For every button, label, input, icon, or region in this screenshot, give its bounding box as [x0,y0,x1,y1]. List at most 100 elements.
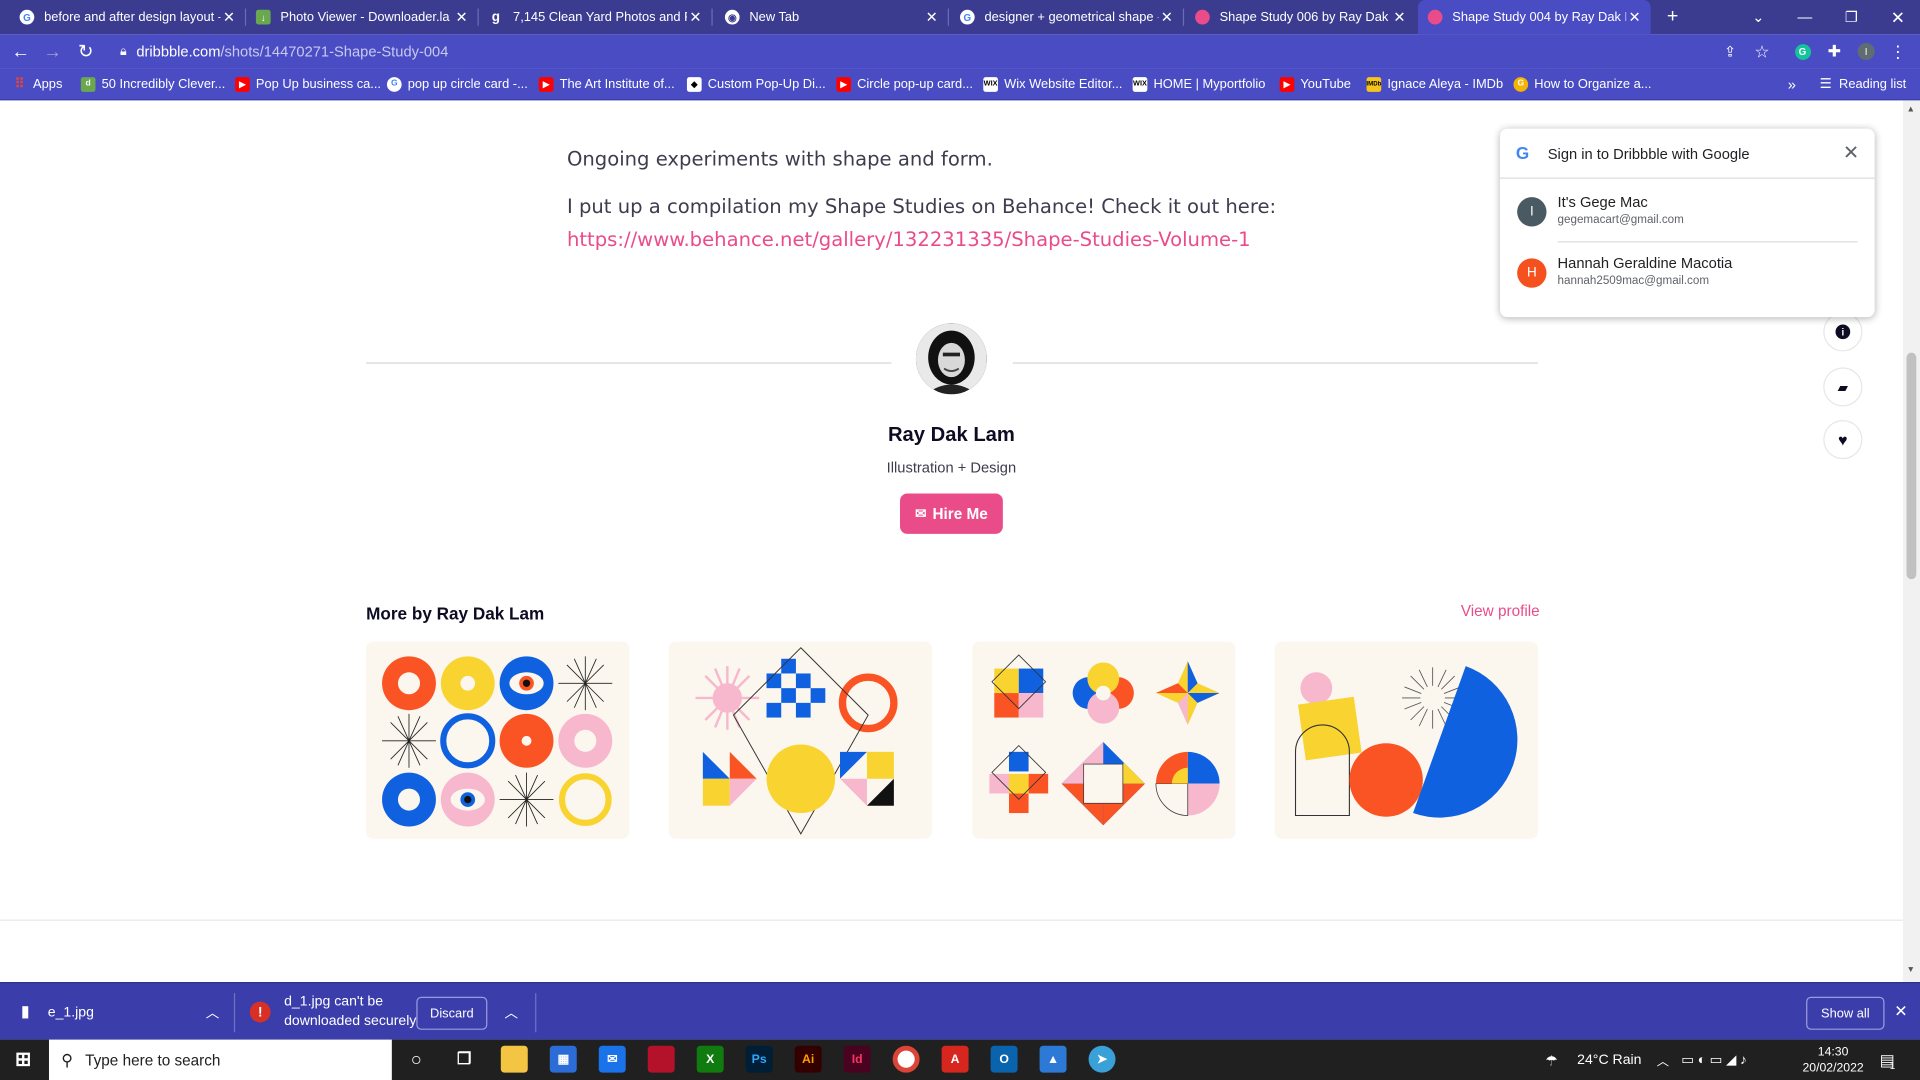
tray-chevron-icon[interactable]: ︿ [1657,1040,1669,1080]
indesign-icon[interactable]: Id [843,1045,871,1073]
view-profile-link[interactable]: View profile [1461,602,1540,619]
collection-button[interactable]: ▰ [1823,367,1863,407]
tab-2[interactable]: ↓ Photo Viewer - Downloader.la ✕ [246,0,477,34]
account-option[interactable]: I It's Gege Mac gegemacart@gmail.com [1517,185,1860,239]
account-option[interactable]: H Hannah Geraldine Macotia hannah2509mac… [1517,246,1860,300]
bookmark-item[interactable]: ◆ Custom Pop-Up Di... [686,69,826,100]
bookmark-apps[interactable]: ⠿ Apps [12,69,63,100]
shot-thumbnail-3[interactable] [972,641,1236,839]
discard-button[interactable]: Discard [416,996,488,1030]
info-button[interactable]: i [1823,312,1863,352]
notification-icon[interactable]: ▤ 1 [1880,1040,1896,1080]
chevron-up-icon[interactable]: ︿ [504,1003,517,1023]
tab-6[interactable]: Shape Study 006 by Ray Dak La ✕ [1185,0,1415,34]
close-icon[interactable]: ✕ [1391,9,1408,26]
acrobat-icon[interactable]: A [941,1045,969,1073]
bookmark-item[interactable]: Gpop up circle card -... [386,69,528,100]
address-bar[interactable]: 🔒︎ dribbble.com/shots/14470271-Shape-Stu… [107,37,1783,65]
weather-text[interactable]: 24°C Rain [1577,1040,1641,1080]
mail-icon[interactable]: ✉ [598,1045,626,1073]
task-view-icon[interactable]: ❒ [451,1046,478,1073]
shot-thumbnail-2[interactable] [668,641,932,839]
download-shelf: ▮ e_1.jpg ︿ ! d_1.jpg can't be downloade… [0,982,1920,1040]
youtube-icon: ▶ [235,76,250,92]
clock[interactable]: 14:30 20/02/2022 [1802,1040,1863,1080]
shot-thumbnail-4[interactable] [1274,641,1538,839]
like-button[interactable]: ♥ [1823,420,1863,460]
g-orange-icon: G [1513,76,1529,92]
more-bookmarks-icon[interactable]: » [1788,69,1796,100]
dribbble-icon [1195,9,1210,25]
illustrator-icon[interactable]: Ai [794,1045,822,1073]
shot-artwork [668,641,932,839]
bookmark-item[interactable]: G How to Organize a... [1513,69,1651,100]
hire-me-button[interactable]: ✉ Hire Me [900,493,1003,534]
file-explorer-icon[interactable] [500,1045,528,1073]
photoshop-icon[interactable]: Ps [745,1045,773,1073]
profile-icon[interactable]: I [1850,34,1882,68]
behance-link[interactable]: https://www.behance.net/gallery/13223133… [567,228,1251,251]
bookmark-item[interactable]: ▶ YouTube [1279,69,1351,100]
bookmark-item[interactable]: ▶ Pop Up business ca... [235,69,381,100]
forward-icon[interactable]: → [37,34,69,68]
close-icon[interactable]: ✕ [687,9,704,26]
tab-3[interactable]: g 7,145 Clean Yard Photos and Pre ✕ [479,0,712,34]
reload-icon[interactable]: ↻ [70,34,102,68]
extensions-icon[interactable]: ✚ [1818,34,1850,68]
close-icon[interactable]: ✕ [923,9,940,26]
google-icon: G [1515,143,1530,163]
photos-icon[interactable]: ▲ [1039,1045,1067,1073]
designer-name[interactable]: Ray Dak Lam [0,424,1903,447]
chrome-icon[interactable] [892,1045,920,1073]
close-icon[interactable]: ✕ [1894,1002,1907,1022]
download-filename[interactable]: e_1.jpg [48,1005,94,1020]
weather-icon[interactable]: ☂ [1545,1040,1558,1080]
close-icon[interactable]: ✕ [1158,9,1175,26]
tab-1[interactable]: G before and after design layout - ✕ [10,0,245,34]
tray-icons[interactable]: ▭ ◐ ▭ ◢ ♪ [1681,1040,1747,1080]
show-all-button[interactable]: Show all [1806,996,1885,1030]
outlook-icon[interactable]: O [990,1045,1018,1073]
bookmark-item[interactable]: WIX Wix Website Editor... [983,69,1122,100]
grammarly-icon[interactable]: G [1787,34,1819,68]
restore-icon[interactable]: ❐ [1839,0,1863,34]
bookmark-item[interactable]: ▶ The Art Institute of... [538,69,675,100]
tab-5[interactable]: G designer + geometrical shape - ✕ [950,0,1183,34]
xbox-icon[interactable]: X [696,1045,724,1073]
taskbar-search[interactable]: ⚲ Type here to search [48,1039,392,1080]
close-icon[interactable]: ✕ [453,9,470,26]
back-icon[interactable]: ← [5,34,37,68]
tab-4[interactable]: ◉ New Tab ✕ [715,0,948,34]
star-icon[interactable]: ☆ [1746,34,1778,68]
close-icon[interactable]: ✕ [1843,141,1859,165]
minimize-icon[interactable]: — [1793,0,1817,34]
shot-thumbnail-1[interactable] [366,641,630,839]
designer-avatar[interactable] [915,323,987,395]
new-tab-button[interactable]: + [1660,0,1684,34]
telegram-icon[interactable]: ➤ [1088,1045,1116,1073]
windows-start-icon[interactable]: ⊞ [10,1046,37,1073]
cortana-icon[interactable]: ○ [403,1046,430,1073]
download-warning: d_1.jpg can't be [284,994,384,1009]
shot-artwork [972,641,1236,839]
app-icon[interactable] [647,1045,675,1073]
page-scrollbar[interactable]: ▲ ▼ [1902,100,1920,983]
share-icon[interactable]: ⇪ [1714,34,1746,68]
shot-artwork [366,641,630,839]
file-icon: ▮ [20,1001,30,1021]
window-close-icon[interactable]: ✕ [1886,0,1910,34]
bookmark-item[interactable]: IMDb Ignace Aleya - IMDb [1366,69,1503,100]
scrollbar-thumb[interactable] [1906,352,1917,580]
tab-7-active[interactable]: Shape Study 004 by Ray Dak La ✕ [1417,0,1651,35]
tab-search-icon[interactable]: ⌄ [1746,0,1770,34]
bookmark-item[interactable]: ▶ Circle pop-up card... [836,69,973,100]
bookmark-item[interactable]: d 50 Incredibly Clever... [80,69,225,100]
youtube-icon: ▶ [538,76,554,92]
bookmark-item[interactable]: WIX HOME | Myportfolio [1132,69,1265,100]
close-icon[interactable]: ✕ [1626,9,1643,26]
close-icon[interactable]: ✕ [220,9,237,26]
menu-icon[interactable]: ⋮ [1882,34,1914,68]
store-icon[interactable]: ▦ [549,1045,577,1073]
chevron-up-icon[interactable]: ︿ [206,1003,219,1023]
reading-list-button[interactable]: ☰ Reading list [1820,69,1907,100]
